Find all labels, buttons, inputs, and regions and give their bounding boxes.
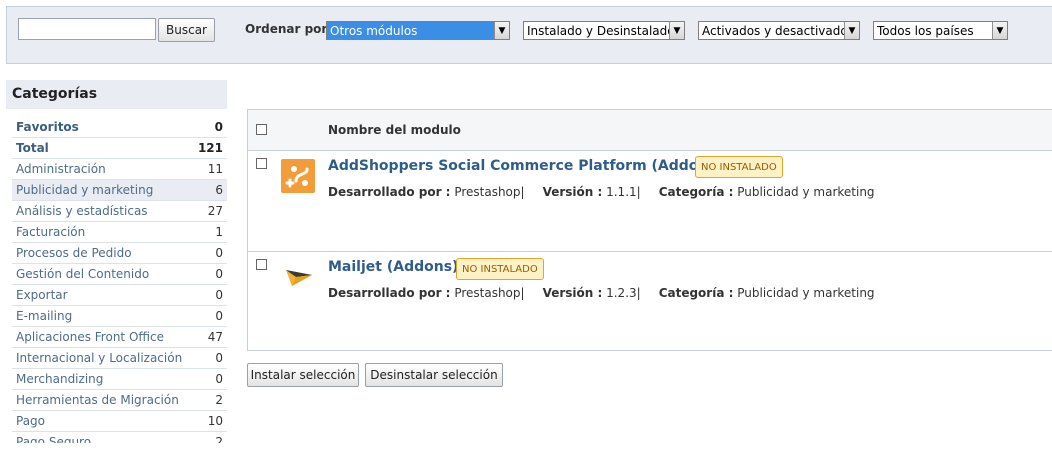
select-all-checkbox[interactable] bbox=[256, 124, 267, 135]
sidebar-item-count: 0 bbox=[215, 246, 223, 260]
sidebar-item-merchandizing[interactable]: Merchandizing 0 bbox=[12, 369, 227, 390]
sidebar-item-label: Pago bbox=[16, 414, 46, 428]
categories-list: Favoritos 0 Total 121 Administración 11 Pub… bbox=[12, 117, 227, 443]
sidebar-item-count: 0 bbox=[215, 267, 223, 281]
sidebar-item-count: 6 bbox=[215, 183, 223, 197]
sidebar-item-pago-seguro[interactable]: Pago Seguro 2 bbox=[12, 432, 227, 443]
sidebar-item-label: E-mailing bbox=[16, 309, 73, 323]
install-status-select[interactable]: Instalado y Desinstalado ▼ bbox=[523, 21, 685, 40]
sidebar-item-facturacion[interactable]: Facturación 1 bbox=[12, 222, 227, 243]
sidebar-item-label: Pago Seguro bbox=[16, 435, 92, 443]
sidebar-item-count: 10 bbox=[207, 414, 223, 428]
sidebar-item-pago[interactable]: Pago 10 bbox=[12, 411, 227, 432]
sidebar-item-migracion[interactable]: Herramientas de Migración 2 bbox=[12, 390, 227, 411]
active-status-select[interactable]: Activados y desactivados ▼ bbox=[698, 21, 860, 40]
modules-table-header: Nombre del modulo bbox=[248, 110, 1052, 151]
version-label: Versión : bbox=[542, 286, 603, 300]
category-value: Publicidad y marketing bbox=[737, 185, 875, 199]
sidebar-item-count: 0 bbox=[215, 372, 223, 386]
sidebar-item-count: 121 bbox=[197, 141, 223, 155]
sidebar-item-count: 11 bbox=[207, 162, 223, 176]
sidebar-item-procesos-pedido[interactable]: Procesos de Pedido 0 bbox=[12, 243, 227, 264]
country-value: Todos los países bbox=[877, 23, 974, 38]
module-checkbox[interactable] bbox=[256, 259, 267, 270]
sidebar-item-analisis[interactable]: Análisis y estadísticas 27 bbox=[12, 201, 227, 222]
addshoppers-icon bbox=[281, 159, 315, 193]
table-row: Mailjet (Addons) NO INSTALADO Desarrolla… bbox=[248, 251, 1052, 351]
sidebar-item-count: 0 bbox=[214, 120, 223, 134]
filter-bar: Buscar Ordenar por: Otros módulos ▼ Inst… bbox=[6, 6, 1052, 64]
author-value: Prestashop| bbox=[454, 286, 525, 300]
sidebar-item-administracion[interactable]: Administración 11 bbox=[12, 159, 227, 180]
status-badge: NO INSTALADO bbox=[695, 156, 783, 178]
category-value: Publicidad y marketing bbox=[737, 286, 875, 300]
sidebar-item-count: 0 bbox=[215, 309, 223, 323]
version-label: Versión : bbox=[542, 185, 603, 199]
sidebar-item-count: 2 bbox=[215, 435, 223, 443]
sidebar-item-label: Aplicaciones Front Office bbox=[16, 330, 164, 344]
module-type-select[interactable]: Otros módulos ▼ bbox=[326, 21, 510, 40]
sidebar-item-label: Gestión del Contenido bbox=[16, 267, 150, 281]
module-meta: Desarrollado por : Prestashop| Versión : … bbox=[328, 286, 875, 300]
order-by-label: Ordenar por: bbox=[245, 22, 333, 36]
sidebar-item-label: Administración bbox=[16, 162, 106, 176]
sidebar-item-label: Exportar bbox=[16, 288, 68, 302]
sidebar-item-label: Procesos de Pedido bbox=[16, 246, 132, 260]
modules-table: Nombre del modulo AddShoppers Social Com… bbox=[247, 109, 1052, 351]
categories-title: Categorías bbox=[6, 80, 227, 109]
sidebar-item-count: 0 bbox=[215, 351, 223, 365]
module-type-value: Otros módulos bbox=[330, 23, 418, 38]
sidebar-item-label: Herramientas de Migración bbox=[16, 393, 179, 407]
chevron-down-icon[interactable]: ▼ bbox=[669, 22, 684, 39]
category-label: Categoría : bbox=[658, 286, 734, 300]
active-status-value: Activados y desactivados bbox=[702, 23, 854, 38]
sidebar-item-front-office[interactable]: Aplicaciones Front Office 47 bbox=[12, 327, 227, 348]
search-input[interactable] bbox=[18, 18, 156, 40]
install-status-value: Instalado y Desinstalado bbox=[527, 23, 675, 38]
module-name-link[interactable]: Mailjet (Addons) bbox=[328, 259, 458, 275]
author-label: Desarrollado por : bbox=[328, 286, 451, 300]
author-value: Prestashop| bbox=[454, 185, 525, 199]
status-badge: NO INSTALADO bbox=[456, 258, 544, 280]
sidebar-item-label: Merchandizing bbox=[16, 372, 104, 386]
version-value: 1.2.3| bbox=[606, 286, 641, 300]
sidebar-item-emailing[interactable]: E-mailing 0 bbox=[12, 306, 227, 327]
sidebar-item-gestion-contenido[interactable]: Gestión del Contenido 0 bbox=[12, 264, 227, 285]
country-select[interactable]: Todos los países ▼ bbox=[873, 21, 1008, 40]
mailjet-icon bbox=[284, 262, 314, 288]
chevron-down-icon[interactable]: ▼ bbox=[494, 22, 509, 39]
sidebar-item-label: Facturación bbox=[16, 225, 86, 239]
sidebar-item-favoritos[interactable]: Favoritos 0 bbox=[12, 117, 227, 138]
module-checkbox[interactable] bbox=[256, 158, 267, 169]
version-value: 1.1.1| bbox=[606, 185, 641, 199]
sidebar-item-label: Internacional y Localización bbox=[16, 351, 183, 365]
sidebar-item-label: Favoritos bbox=[16, 120, 79, 134]
sidebar-item-count: 47 bbox=[207, 330, 223, 344]
sidebar-item-label: Total bbox=[16, 141, 49, 155]
category-label: Categoría : bbox=[658, 185, 734, 199]
search-button[interactable]: Buscar bbox=[158, 18, 215, 42]
sidebar-item-label: Publicidad y marketing bbox=[16, 183, 154, 197]
sidebar-item-count: 1 bbox=[215, 225, 223, 239]
author-label: Desarrollado por : bbox=[328, 185, 451, 199]
sidebar-item-exportar[interactable]: Exportar 0 bbox=[12, 285, 227, 306]
sidebar-item-publicidad[interactable]: Publicidad y marketing 6 bbox=[12, 180, 227, 201]
sidebar-item-total[interactable]: Total 121 bbox=[12, 138, 227, 159]
sidebar-item-count: 2 bbox=[215, 393, 223, 407]
sidebar-item-internacional[interactable]: Internacional y Localización 0 bbox=[12, 348, 227, 369]
module-meta: Desarrollado por : Prestashop| Versión : … bbox=[328, 185, 875, 199]
sidebar-item-count: 27 bbox=[207, 204, 223, 218]
table-row: AddShoppers Social Commerce Platform (Ad… bbox=[248, 151, 1052, 251]
uninstall-selection-button[interactable]: Desinstalar selección bbox=[365, 363, 503, 387]
chevron-down-icon[interactable]: ▼ bbox=[992, 22, 1007, 39]
sidebar-item-label: Análisis y estadísticas bbox=[16, 204, 148, 218]
module-name-link[interactable]: AddShoppers Social Commerce Platform (Ad… bbox=[328, 158, 723, 174]
chevron-down-icon[interactable]: ▼ bbox=[844, 22, 859, 39]
module-name-column-header: Nombre del modulo bbox=[328, 123, 461, 137]
install-selection-button[interactable]: Instalar selección bbox=[247, 363, 359, 387]
sidebar-item-count: 0 bbox=[215, 288, 223, 302]
